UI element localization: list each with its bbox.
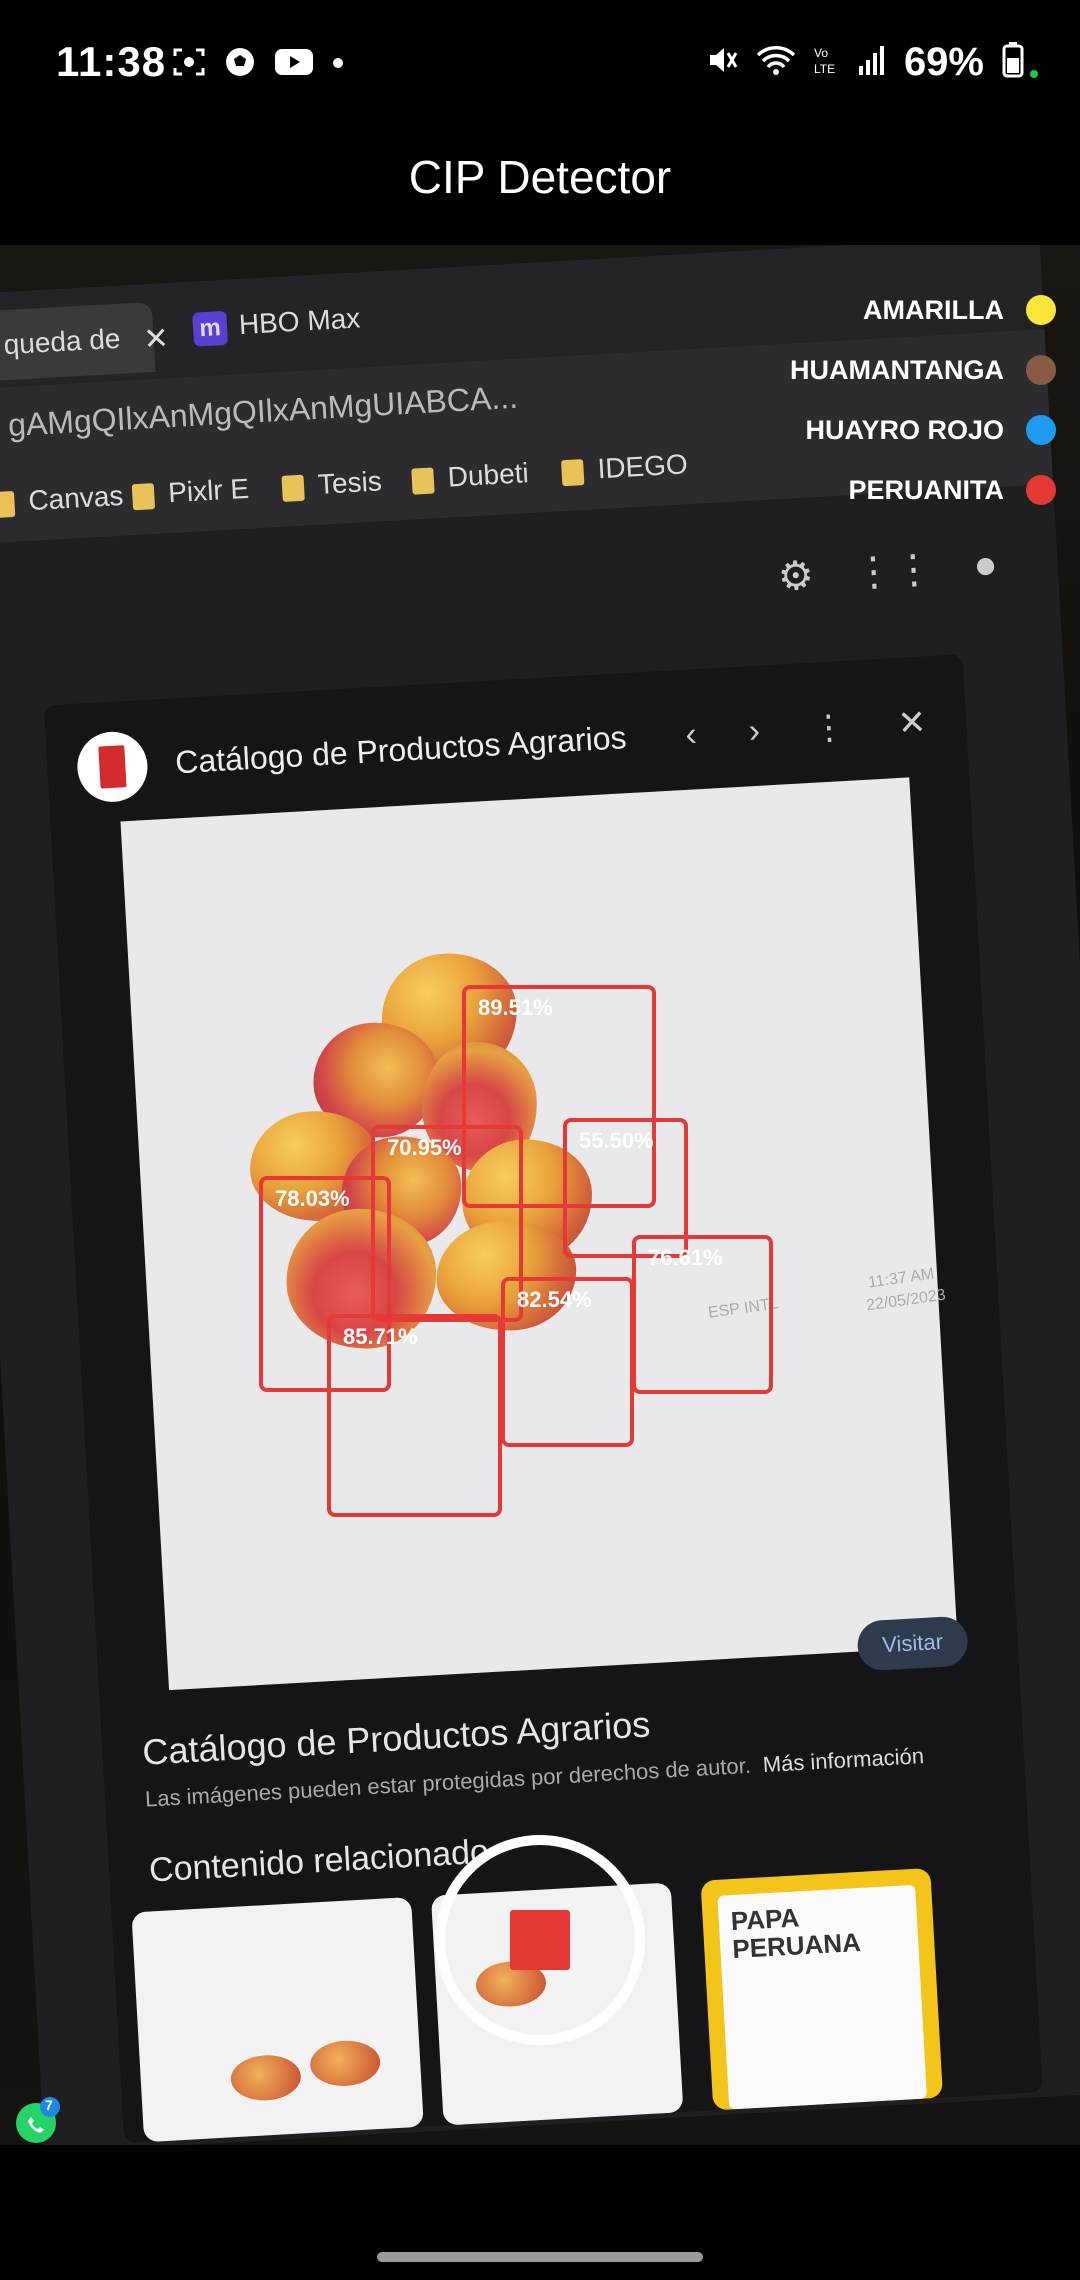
detection-box: 82.54% <box>501 1277 634 1447</box>
soccer-ball-icon <box>224 46 256 83</box>
more-icon: ⋮ <box>810 707 847 748</box>
notification-icons <box>172 46 344 83</box>
volte-icon: Vo LTE <box>812 43 842 82</box>
svg-text:Vo: Vo <box>814 46 828 60</box>
potato <box>308 2038 382 2088</box>
related-card-text: PAPA PERUANA <box>717 1884 928 2110</box>
bookmark: Dubeti <box>411 457 530 495</box>
bookmark: Canvas <box>0 480 125 519</box>
potato <box>229 2053 303 2103</box>
product-image <box>120 777 958 1691</box>
detection-box: 85.71% <box>327 1314 502 1517</box>
legend-item: HUAYRO ROJO <box>636 412 1056 472</box>
legend-label: HUAYRO ROJO <box>805 415 1004 445</box>
browser-tab-active: queda de <box>0 301 156 382</box>
dot-icon <box>332 56 344 74</box>
svg-text:LTE: LTE <box>814 62 835 76</box>
detection-box: 76.61% <box>632 1235 773 1394</box>
bookmark: Tesis <box>281 465 382 503</box>
browser-tab-hbo: m HBO Max <box>192 302 361 347</box>
system-icons: Vo LTE 69% <box>706 40 1040 85</box>
stop-detection-button[interactable] <box>435 1835 645 2045</box>
signal-icon <box>858 44 888 81</box>
detection-label: 76.61% <box>648 1245 723 1270</box>
whatsapp-badge: 7 <box>45 2097 53 2113</box>
battery-icon <box>1000 40 1040 85</box>
chevron-right-icon: › <box>747 711 761 751</box>
screen-record-icon <box>172 47 206 82</box>
site-logo <box>75 729 150 804</box>
panel-nav: ‹ › ⋮ ✕ <box>684 702 927 755</box>
legend-item: HUAMANTANGA <box>636 352 1056 412</box>
chevron-left-icon: ‹ <box>684 715 698 754</box>
tab-hbo-label: HBO Max <box>238 302 361 341</box>
home-indicator[interactable] <box>377 2252 703 2262</box>
avatar: ● <box>972 542 999 588</box>
bookmark: Pixlr E <box>131 473 250 511</box>
more-info-link: Más información <box>762 1743 925 1778</box>
legend-label: AMARILLA <box>863 295 1004 325</box>
related-card: PAPA PERUANA <box>700 1867 944 2111</box>
page-toolbar: ⚙ ⋮⋮ ● <box>777 542 999 600</box>
detection-label: 70.95% <box>387 1135 462 1160</box>
gear-icon: ⚙ <box>776 553 815 600</box>
detection-label: 78.03% <box>275 1186 350 1211</box>
panel-title: Catálogo de Productos Agrarios <box>174 719 628 781</box>
legend-color-dot <box>1026 355 1056 385</box>
legend-item: PERUANITA <box>636 472 1056 532</box>
class-legend: AMARILLA HUAMANTANGA HUAYRO ROJO PERUANI… <box>636 292 1056 532</box>
legend-color-dot <box>1026 295 1056 325</box>
close-icon: ✕ <box>142 322 170 357</box>
youtube-icon <box>274 47 314 82</box>
detection-label: 55.50% <box>579 1128 654 1153</box>
detection-label: 82.54% <box>517 1287 592 1312</box>
legend-item: AMARILLA <box>636 292 1056 352</box>
stop-icon <box>510 1910 570 1970</box>
legend-label: HUAMANTANGA <box>790 355 1004 385</box>
related-title: Contenido relacionado <box>148 1832 490 1890</box>
close-icon: ✕ <box>896 703 928 743</box>
battery-percent: 69% <box>903 40 984 84</box>
app-title: CIP Detector <box>408 151 672 203</box>
url-text: gAMgQIlxAnMgQIlxAnMgUIABCA... <box>7 378 519 444</box>
related-card <box>131 1896 424 2143</box>
legend-label: PERUANITA <box>848 475 1004 505</box>
apps-grid-icon: ⋮⋮ <box>852 546 935 596</box>
detection-label: 85.71% <box>343 1324 418 1349</box>
whatsapp-icon: 7 <box>12 2095 64 2145</box>
legend-color-dot <box>1026 415 1056 445</box>
legend-color-dot <box>1026 475 1056 505</box>
status-time: 11:38 <box>56 38 167 85</box>
detection-label: 89.51% <box>478 995 553 1020</box>
visit-button: Visitar <box>856 1615 969 1672</box>
mute-icon <box>706 43 740 82</box>
wifi-icon <box>756 43 796 82</box>
status-bar: 11:38 Vo LTE 69% <box>0 0 1080 130</box>
